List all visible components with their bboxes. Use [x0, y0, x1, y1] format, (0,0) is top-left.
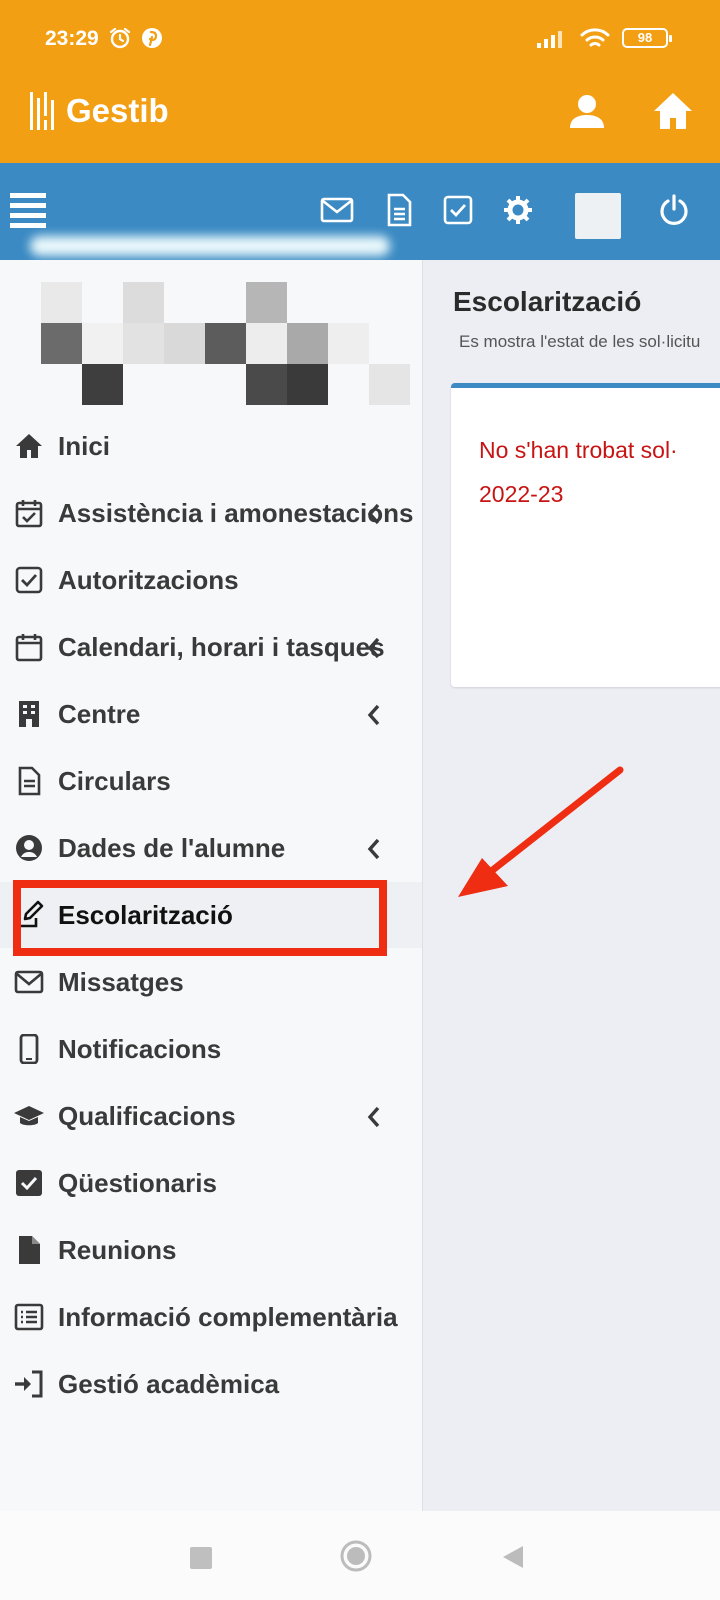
sidebar-item-label: Autoritzacions: [58, 565, 239, 595]
sidebar-item-assistencia[interactable]: Assistència i amonestacions: [0, 480, 422, 546]
no-results-line-2: 2022-23: [479, 481, 564, 507]
graduation-cap-icon: [14, 1106, 44, 1126]
sidebar-item-centre[interactable]: Centre: [0, 681, 422, 747]
app-header: 23:29 98 Gestib: [0, 0, 720, 163]
power-icon[interactable]: [657, 193, 691, 227]
home-icon: [16, 434, 42, 458]
pinterest-icon: [142, 28, 162, 48]
no-results-message: No s'han trobat sol· 2022-23: [479, 428, 720, 516]
sidebar-item-questionaris[interactable]: Qüestionaris: [0, 1150, 422, 1216]
sidebar-item-label: Missatges: [58, 967, 184, 997]
sidebar-item-qualificacions[interactable]: Qualificacions: [0, 1083, 422, 1149]
sidebar-item-calendari[interactable]: Calendari, horari i tasques: [0, 614, 422, 680]
no-results-line-1: No s'han trobat sol·: [479, 437, 678, 463]
envelope-icon[interactable]: [320, 193, 354, 227]
status-time: 23:29: [45, 27, 99, 50]
back-icon[interactable]: [501, 1544, 525, 1570]
mobile-icon: [19, 1034, 39, 1064]
sidebar-item-label: Calendari, horari i tasques: [58, 632, 385, 662]
sidebar-item-gestio-academica[interactable]: Gestió acadèmica: [0, 1351, 422, 1417]
alarm-icon: [109, 27, 131, 49]
annotation-arrow-icon: [458, 766, 624, 897]
checkbox-filled-icon: [16, 1170, 42, 1196]
sidebar-item-label: Inici: [58, 431, 111, 461]
checkbox-icon[interactable]: [441, 193, 475, 227]
sidebar-item-label: Centre: [58, 699, 141, 729]
home-icon[interactable]: [651, 90, 695, 132]
user-circle-icon: [16, 835, 42, 861]
sidebar-item-autoritzacions[interactable]: Autoritzacions: [0, 547, 422, 613]
chevron-left-icon: [367, 838, 380, 860]
sign-in-icon: [15, 1370, 43, 1398]
signal-icon: [537, 31, 562, 48]
redacted-user-name: [30, 236, 390, 256]
sidebar-item-label: Assistència i amonestacions: [58, 498, 414, 528]
page-title: Escolarització: [453, 286, 642, 317]
sidebar-item-label: Qüestionaris: [58, 1168, 217, 1198]
sidebar-item-informacio[interactable]: Informació complementària: [0, 1284, 422, 1350]
recents-icon[interactable]: [190, 1547, 212, 1569]
page-subtitle: Es mostra l'estat de les sol·licitu: [459, 332, 701, 351]
system-nav-bar: [0, 1511, 720, 1600]
sidebar-item-label: Dades de l'alumne: [58, 833, 286, 863]
envelope-icon: [14, 970, 44, 994]
sidebar-item-label: Qualificacions: [58, 1101, 236, 1131]
status-notification-icons: [108, 26, 164, 50]
document-icon[interactable]: [382, 193, 416, 227]
sidebar-item-label: Notificacions: [58, 1034, 222, 1064]
result-card: No s'han trobat sol· 2022-23: [451, 383, 720, 687]
hamburger-menu-icon[interactable]: [10, 191, 46, 229]
sidebar-item-reunions[interactable]: Reunions: [0, 1217, 422, 1283]
file-icon: [19, 1236, 40, 1264]
chevron-left-icon: [367, 1106, 380, 1128]
sidebar-item-label: Reunions: [58, 1235, 177, 1265]
calendar-check-icon: [15, 500, 43, 528]
user-icon[interactable]: [567, 92, 607, 132]
gestib-logo-icon: [30, 92, 54, 130]
chevron-left-icon: [367, 637, 380, 659]
brand: Gestib: [28, 90, 169, 132]
user-avatar[interactable]: [575, 193, 621, 239]
sidebar-item-circulars[interactable]: Circulars: [0, 748, 422, 814]
brand-name: Gestib: [66, 92, 169, 129]
sidebar-item-inici[interactable]: Inici: [0, 413, 422, 479]
sidebar-item-label: Gestió acadèmica: [58, 1369, 280, 1399]
redacted-profile-photo: [41, 282, 421, 405]
home-circle-icon[interactable]: [339, 1539, 373, 1573]
battery-indicator: 98: [622, 28, 672, 48]
sidebar-item-missatges[interactable]: Missatges: [0, 949, 422, 1015]
sidebar-item-dades-alumne[interactable]: Dades de l'alumne: [0, 815, 422, 881]
annotation-highlight-box: [13, 880, 387, 956]
toolbar: [0, 163, 720, 260]
sidebar-item-notificacions[interactable]: Notificacions: [0, 1016, 422, 1082]
list-icon: [14, 1303, 44, 1331]
chevron-left-icon: [367, 503, 380, 525]
document-icon: [18, 766, 41, 796]
calendar-icon: [15, 634, 43, 662]
checkbox-icon: [15, 566, 43, 594]
building-icon: [19, 701, 39, 727]
gear-icon[interactable]: [501, 193, 535, 227]
wifi-icon: [580, 28, 610, 47]
sidebar-item-label: Circulars: [58, 766, 171, 796]
status-system-icons: 98: [536, 26, 672, 50]
sidebar-item-label: Informació complementària: [58, 1302, 398, 1332]
chevron-left-icon: [367, 704, 380, 726]
